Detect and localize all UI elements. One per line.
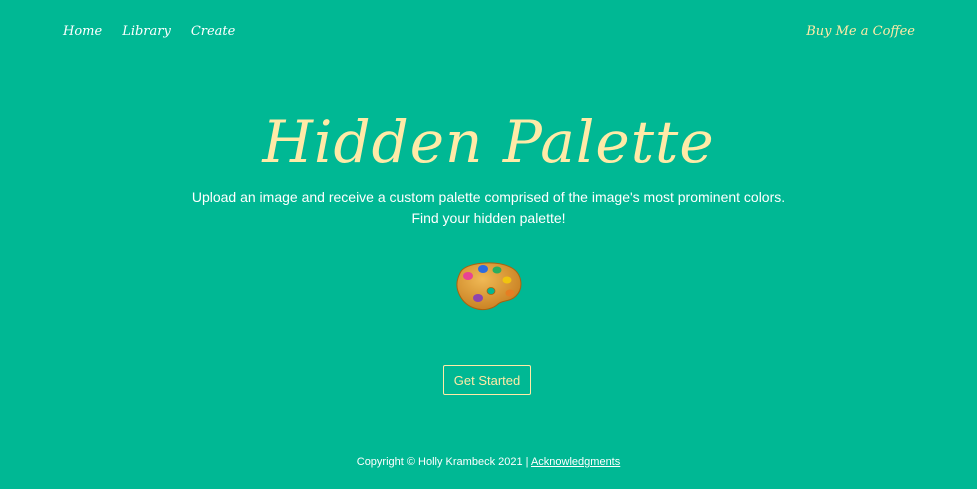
nav-home-link[interactable]: Home — [63, 24, 102, 39]
nav-create-link[interactable]: Create — [191, 24, 236, 39]
artist-palette-icon — [454, 260, 524, 312]
main-nav: Home Library Create — [63, 24, 235, 39]
buy-me-a-coffee-link[interactable]: Buy Me a Coffee — [806, 24, 915, 39]
page-title: Hidden Palette — [262, 108, 715, 176]
nav-right: Buy Me a Coffee — [806, 24, 915, 39]
subtitle-line-2: Find your hidden palette! — [411, 210, 566, 226]
subtitle-line-1: Upload an image and receive a custom pal… — [191, 189, 786, 205]
hero-subtitle: Upload an image and receive a custom pal… — [0, 187, 977, 229]
get-started-button[interactable]: Get Started — [443, 365, 531, 395]
copyright-text: Copyright © Holly Krambeck 2021 | — [356, 456, 529, 468]
nav-library-link[interactable]: Library — [122, 24, 171, 39]
footer: Copyright © Holly Krambeck 2021 | Acknow… — [0, 456, 977, 468]
acknowledgments-link[interactable]: Acknowledgments — [531, 456, 620, 468]
